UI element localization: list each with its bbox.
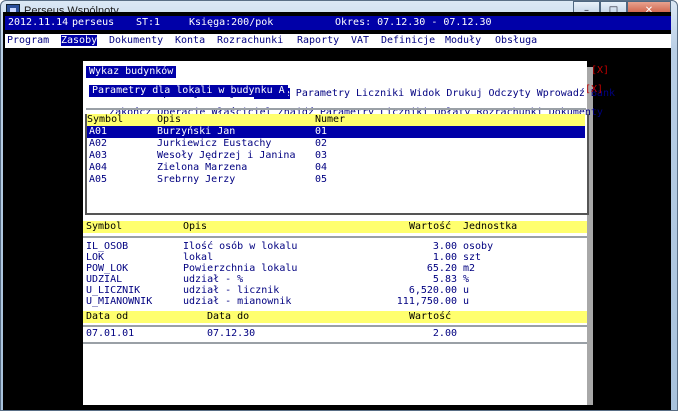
history-col-wartosc: Wartość	[409, 311, 452, 322]
params-close-button[interactable]: [X]	[585, 84, 603, 95]
history-od: 07.01.01	[86, 328, 135, 339]
status-ledger: Księga:200/pok	[189, 17, 274, 28]
menu-konta[interactable]: Konta	[175, 35, 205, 46]
status-station: ST:1	[136, 17, 161, 28]
history-wartosc: 2.00	[432, 328, 457, 339]
status-period: Okres: 07.12.30 - 07.12.30	[335, 17, 492, 28]
local-numer: 01	[315, 126, 328, 137]
history-col-od: Data od	[86, 311, 129, 322]
locals-col-symbol: Symbol	[87, 114, 124, 125]
divider	[86, 108, 586, 110]
local-numer: 05	[315, 174, 328, 185]
table-row[interactable]: U_MIANOWNIK udział - mianownik 111,750.0…	[83, 296, 587, 308]
status-date: 2012.11.14	[8, 17, 69, 28]
local-opis: Jurkiewicz Eustachy	[157, 138, 272, 149]
history-header	[83, 311, 587, 323]
local-symbol: A03	[89, 150, 108, 161]
history-col-do: Data do	[207, 311, 250, 322]
params-col-wartosc: Wartość	[409, 221, 452, 232]
menu-vat[interactable]: VAT	[351, 35, 369, 46]
local-numer: 03	[315, 150, 328, 161]
list-border	[587, 114, 589, 214]
params-col-symbol: Symbol	[86, 221, 123, 232]
menu-program[interactable]: Program	[7, 35, 49, 46]
list-border	[85, 213, 589, 215]
menu-zasoby[interactable]: Zasoby	[61, 35, 98, 46]
local-symbol: A05	[89, 174, 108, 185]
status-user: perseus	[72, 17, 115, 28]
local-numer: 04	[315, 162, 328, 173]
menu-obsluga[interactable]: Obsługa	[495, 35, 537, 46]
buildings-close-button[interactable]: [X]	[591, 65, 609, 76]
menu-rozrachunki[interactable]: Rozrachunki	[217, 35, 283, 46]
table-row[interactable]: 07.01.01 07.12.30 2.00	[83, 328, 587, 340]
param-wartosc: 111,750.00	[396, 296, 457, 307]
list-item[interactable]: A05 Srebrny Jerzy 05	[87, 174, 585, 186]
local-symbol: A01	[89, 126, 108, 137]
divider	[83, 236, 587, 238]
menu-raporty[interactable]: Raporty	[297, 35, 339, 46]
params-col-opis: Opis	[183, 221, 208, 232]
app-window: Perseus Wspólnoty – □ ✕ 2012.11.14 perse…	[0, 0, 678, 411]
status-bar: 2012.11.14 perseus ST:1 Księga:200/pok O…	[5, 16, 671, 30]
param-symbol: U_MIANOWNIK	[86, 296, 153, 307]
local-opis: Zielona Marzena	[157, 162, 248, 173]
local-symbol: A04	[89, 162, 108, 173]
local-opis: Srebrny Jerzy	[157, 174, 236, 185]
local-opis: Wesoły Jędrzej i Janina	[157, 150, 296, 161]
locals-col-numer: Numer	[315, 114, 346, 125]
menu-bar: Program Zasoby Dokumenty Konta Rozrachun…	[5, 34, 671, 48]
menu-definicje[interactable]: Definicje	[381, 35, 435, 46]
local-symbol: A02	[89, 138, 108, 149]
divider	[83, 342, 587, 344]
param-opis: udział - mianownik	[183, 296, 292, 307]
list-item[interactable]: A01 Burzyński Jan 01	[87, 126, 585, 138]
divider	[83, 325, 587, 327]
list-item[interactable]: A02 Jurkiewicz Eustachy 02	[87, 138, 585, 150]
history-do: 07.12.30	[207, 328, 256, 339]
list-item[interactable]: A03 Wesoły Jędrzej i Janina 03	[87, 150, 585, 162]
menu-moduly[interactable]: Moduły	[445, 35, 481, 46]
menu-dokumenty[interactable]: Dokumenty	[109, 35, 163, 46]
params-col-jednostka: Jednostka	[463, 221, 518, 232]
list-item[interactable]: A04 Zielona Marzena 04	[87, 162, 585, 174]
local-opis: Burzyński Jan	[157, 126, 236, 137]
local-numer: 02	[315, 138, 328, 149]
param-jednostka: u	[463, 296, 470, 307]
locals-col-opis: Opis	[157, 114, 182, 125]
